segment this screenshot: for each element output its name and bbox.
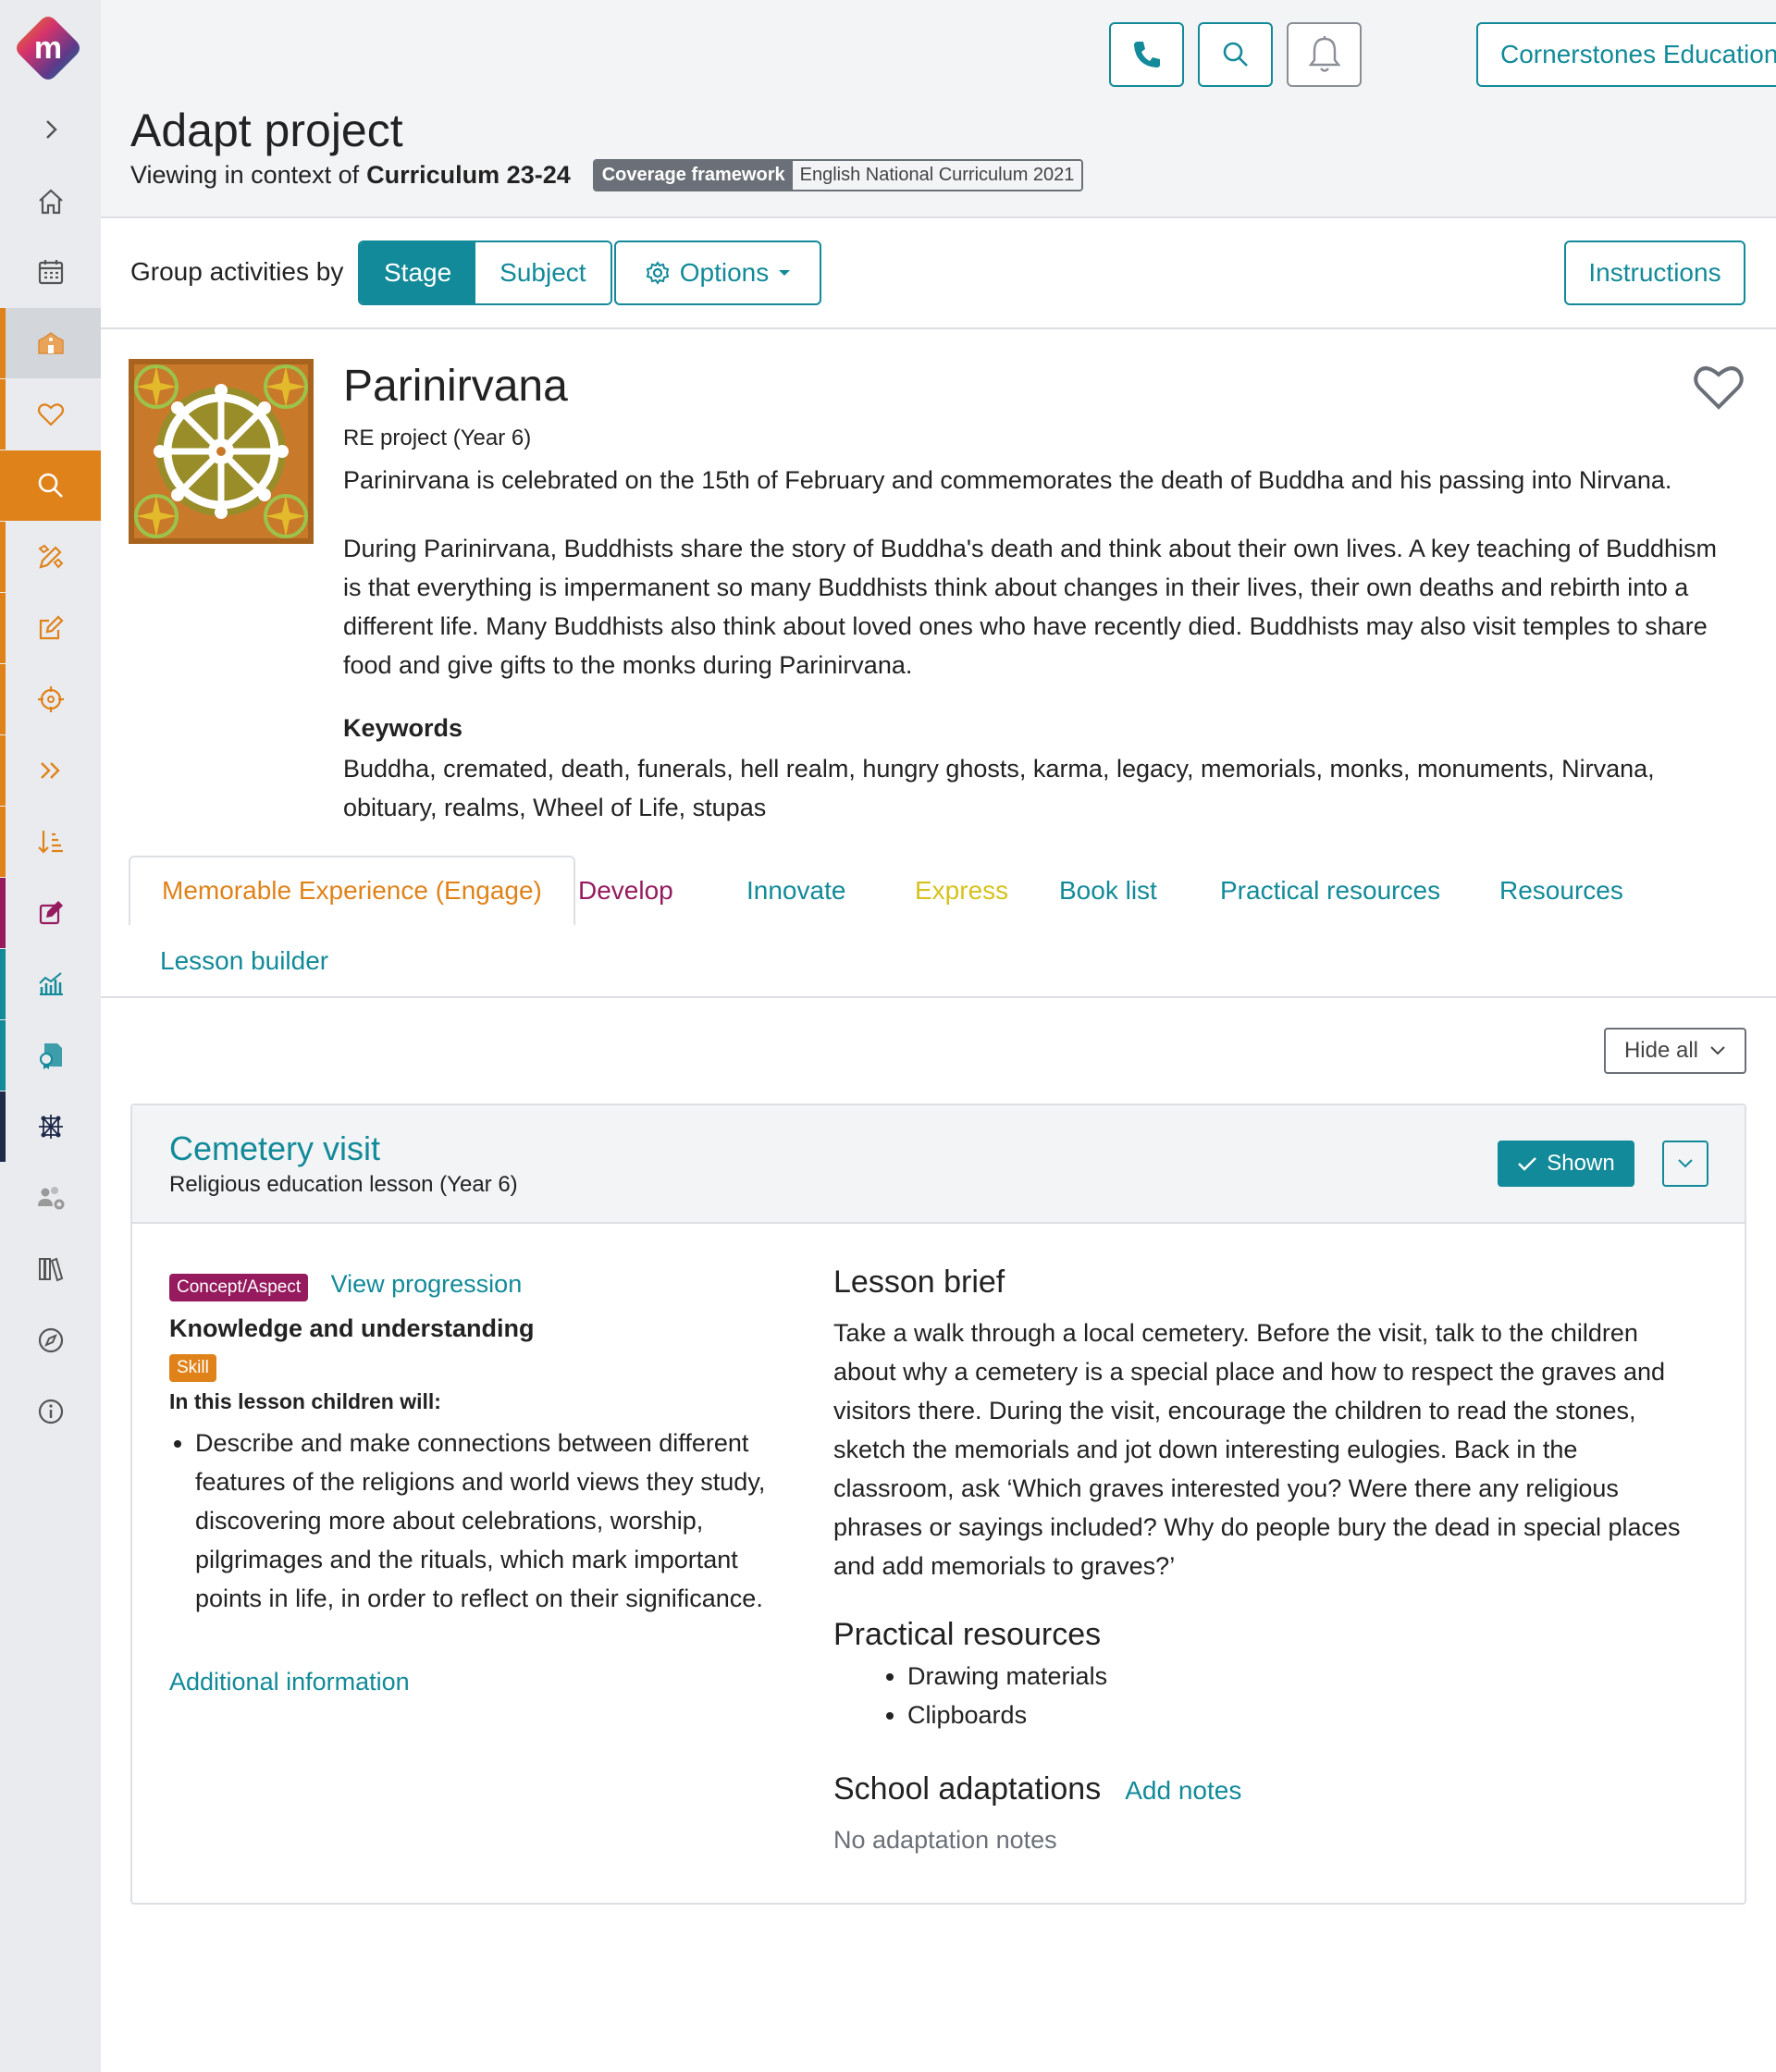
context-curriculum: Curriculum 23-24 — [366, 161, 571, 189]
instructions-button[interactable]: Instructions — [1564, 240, 1745, 305]
keywords-title: Keywords — [343, 714, 463, 742]
phone-button[interactable] — [1109, 22, 1184, 87]
lesson-title[interactable]: Cemetery visit — [169, 1129, 380, 1168]
expand-sidebar-icon[interactable] — [0, 94, 101, 165]
organisation-selector[interactable]: Cornerstones Education — [1476, 22, 1776, 87]
adaptation-notes-empty: No adaptation notes — [833, 1826, 1057, 1854]
list-item: Clipboards — [907, 1696, 1703, 1734]
chevron-down-icon — [1710, 1046, 1725, 1055]
tab-memorable-experience[interactable]: Memorable Experience (Engage) — [129, 856, 575, 926]
tab-resources[interactable]: Resources — [1468, 856, 1655, 926]
practical-resources-list: Drawing materials Clipboards — [833, 1657, 1703, 1734]
hide-all-button[interactable]: Hide all — [1604, 1028, 1746, 1074]
compass-icon[interactable] — [0, 1305, 101, 1375]
check-icon — [1518, 1157, 1537, 1171]
concept-aspect-badge: Concept/Aspect — [169, 1274, 309, 1301]
practical-resources-heading: Practical resources — [833, 1617, 1102, 1652]
app-logo[interactable]: m — [15, 15, 81, 81]
group-by-toggle: Stage Subject — [358, 240, 612, 305]
shown-label: Shown — [1547, 1151, 1615, 1176]
options-label: Options — [679, 258, 770, 287]
lesson-details: Lesson brief Take a walk through a local… — [833, 1264, 1703, 1855]
project-description: Parinirvana is celebrated on the 15th of… — [343, 461, 1731, 714]
group-subject-button[interactable]: Subject — [475, 242, 610, 303]
page-header: Cornerstones Education Adapt project Vie… — [101, 0, 1776, 218]
hide-all-label: Hide all — [1623, 1038, 1699, 1063]
lesson-expand-button[interactable] — [1662, 1141, 1708, 1187]
additional-information-link[interactable]: Additional information — [169, 1668, 780, 1696]
target-icon[interactable] — [0, 664, 101, 734]
project-title: Parinirvana — [343, 362, 568, 411]
concept-name: Knowledge and understanding — [169, 1314, 535, 1342]
group-by-label: Group activities by — [130, 257, 344, 286]
users-settings-icon[interactable] — [0, 1163, 101, 1233]
notifications-button[interactable] — [1287, 22, 1362, 87]
list-item: Drawing materials — [907, 1657, 1703, 1696]
project-desc-2: During Parinirvana, Buddhists share the … — [343, 535, 1718, 679]
organisation-name: Cornerstones Education — [1500, 40, 1776, 68]
home-icon[interactable] — [0, 166, 101, 237]
search-nav-icon[interactable] — [0, 450, 101, 521]
options-button[interactable]: Options — [614, 240, 821, 305]
view-progression-link[interactable]: View progression — [331, 1270, 523, 1298]
skill-badge: Skill — [169, 1354, 216, 1382]
search-button[interactable] — [1198, 22, 1273, 87]
coverage-value: English National Curriculum 2021 — [792, 161, 1082, 190]
sort-icon[interactable] — [0, 807, 101, 877]
favourite-heart-icon[interactable] — [1691, 359, 1746, 414]
network-icon[interactable] — [0, 1092, 101, 1162]
school-icon[interactable] — [0, 308, 101, 378]
gear-icon — [646, 261, 669, 285]
stage-tabs: Memorable Experience (Engage) Develop In… — [129, 856, 1776, 998]
lesson-card-header: Cemetery visit Religious education lesso… — [132, 1105, 1745, 1224]
project-desc-1: Parinirvana is celebrated on the 15th of… — [343, 466, 1672, 494]
search-icon — [1223, 42, 1248, 67]
lesson-card: Cemetery visit Religious education lesso… — [130, 1104, 1746, 1905]
project-subtitle: RE project (Year 6) — [343, 426, 532, 450]
group-stage-button[interactable]: Stage — [360, 242, 476, 303]
svg-text:m: m — [34, 31, 62, 66]
school-adaptations-heading: School adaptations — [833, 1771, 1102, 1807]
library-icon[interactable] — [0, 1234, 101, 1304]
favourites-icon[interactable] — [0, 379, 101, 450]
objective-list: Describe and make connections between di… — [169, 1424, 780, 1618]
lesson-brief-heading: Lesson brief — [833, 1264, 1005, 1300]
objective-item: Describe and make connections between di… — [195, 1424, 780, 1618]
lesson-objectives: Concept/Aspect View progression Knowledg… — [169, 1270, 780, 1696]
bell-icon — [1308, 36, 1340, 72]
coverage-framework-badge: Coverage framework English National Curr… — [592, 159, 1084, 191]
context-prefix: Viewing in context of — [130, 161, 360, 189]
lesson-brief-text: Take a walk through a local cemetery. Be… — [833, 1319, 1681, 1580]
info-icon[interactable] — [0, 1376, 101, 1447]
tab-book-list[interactable]: Book list — [1028, 856, 1189, 926]
keywords-list: Buddha, cremated, death, funerals, hell … — [343, 755, 1655, 821]
certificate-icon[interactable] — [0, 1020, 101, 1091]
tabs-divider — [101, 996, 1776, 998]
design-tools-icon[interactable] — [0, 522, 101, 592]
tab-express[interactable]: Express — [883, 856, 1040, 926]
context-line: Viewing in context of Curriculum 23-24 C… — [130, 159, 1084, 191]
tab-develop[interactable]: Develop — [547, 856, 705, 926]
tab-innovate[interactable]: Innovate — [715, 856, 877, 926]
tab-practical-resources[interactable]: Practical resources — [1189, 856, 1472, 926]
progression-icon[interactable] — [0, 735, 101, 806]
coverage-label: Coverage framework — [594, 161, 793, 190]
objective-intro: In this lesson children will: — [169, 1389, 441, 1413]
add-notes-link[interactable]: Add notes — [1125, 1776, 1241, 1806]
chevron-down-icon — [1678, 1159, 1693, 1168]
calendar-icon[interactable] — [0, 237, 101, 307]
caret-down-icon — [779, 270, 791, 276]
project-image — [129, 359, 314, 544]
edit-icon[interactable] — [0, 593, 101, 663]
lesson-subtitle: Religious education lesson (Year 6) — [169, 1172, 518, 1197]
shown-toggle-button[interactable]: Shown — [1498, 1141, 1634, 1187]
tab-lesson-builder[interactable]: Lesson builder — [129, 926, 360, 996]
toolbar: Group activities by Stage Subject Option… — [101, 218, 1776, 329]
sidebar: m — [0, 0, 101, 2072]
phone-icon — [1133, 42, 1160, 68]
page-title: Adapt project — [130, 105, 403, 156]
analytics-icon[interactable] — [0, 949, 101, 1019]
assessment-edit-icon[interactable] — [0, 878, 101, 948]
